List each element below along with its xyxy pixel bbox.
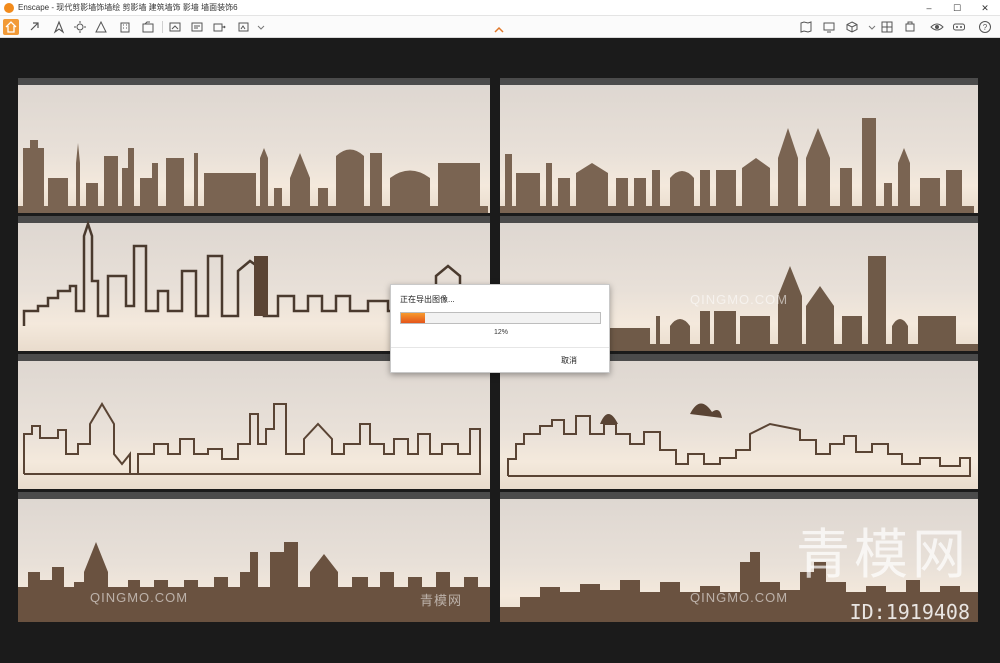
skyline-silhouette [500,118,974,213]
close-icon[interactable]: ✕ [971,0,999,16]
view-icon[interactable] [93,19,109,35]
progress-percent-label: 12% [493,329,508,336]
cancel-button[interactable]: 取消 [561,355,577,366]
title-bar: Enscape - 现代剪影墙饰墙绘 剪影墙 建筑墙饰 影墙 墙面装饰6 – ☐… [0,0,1000,16]
chevron-down-icon[interactable] [864,19,880,35]
skyline-silhouette [507,403,971,477]
enscape-logo-icon [4,2,14,13]
export-icon[interactable] [167,19,183,35]
progress-bar [400,312,601,324]
minimize-icon[interactable]: – [915,0,943,16]
help-icon[interactable]: ? [977,19,993,35]
building-icon[interactable] [117,19,133,35]
skyline-panel [18,78,490,213]
map-icon[interactable] [798,19,814,35]
watermark-text: QINGMO.COM [690,292,789,307]
sun-icon[interactable] [72,19,88,35]
vr-icon[interactable] [951,19,967,35]
enscape-window: Enscape - 现代剪影墙饰墙绘 剪影墙 建筑墙饰 影墙 墙面装饰6 – ☐… [0,0,1000,663]
dialog-title: 正在导出图像... [400,295,455,304]
eye-icon[interactable] [929,19,945,35]
skyline-silhouette [18,140,488,213]
watermark-text: 青模网 [420,593,463,608]
maximize-icon[interactable]: ☐ [943,0,971,16]
video-icon[interactable] [236,19,252,35]
skyline-silhouette [23,402,481,475]
panorama-icon[interactable] [189,19,205,35]
display-icon[interactable] [821,19,837,35]
window-icon[interactable] [879,19,895,35]
watermark-id: ID:1919408 [849,600,970,624]
export-progress-dialog: 正在导出图像... 12% 取消 [390,284,610,373]
batch-icon[interactable] [211,19,227,35]
asset-icon[interactable] [902,19,918,35]
skyline-panel [500,78,978,213]
chevron-down-icon[interactable] [253,19,269,35]
home-icon[interactable] [3,19,19,35]
watermark-logo-text: 青模网 [796,523,970,586]
skyline-panel [500,354,978,489]
watermark-text: QINGMO.COM [690,590,789,605]
navigation-icon[interactable] [51,19,67,35]
skyline-panel [18,354,490,489]
screenshot-icon[interactable] [140,19,156,35]
window-title: Enscape - 现代剪影墙饰墙绘 剪影墙 建筑墙饰 影墙 墙面装饰6 [18,3,238,12]
collapse-caret-icon[interactable] [493,25,505,35]
cube-icon[interactable] [844,19,860,35]
progress-fill [401,313,425,323]
svg-text:?: ? [983,23,988,32]
link-icon[interactable] [27,19,43,35]
watermark-text: QINGMO.COM [90,590,189,605]
